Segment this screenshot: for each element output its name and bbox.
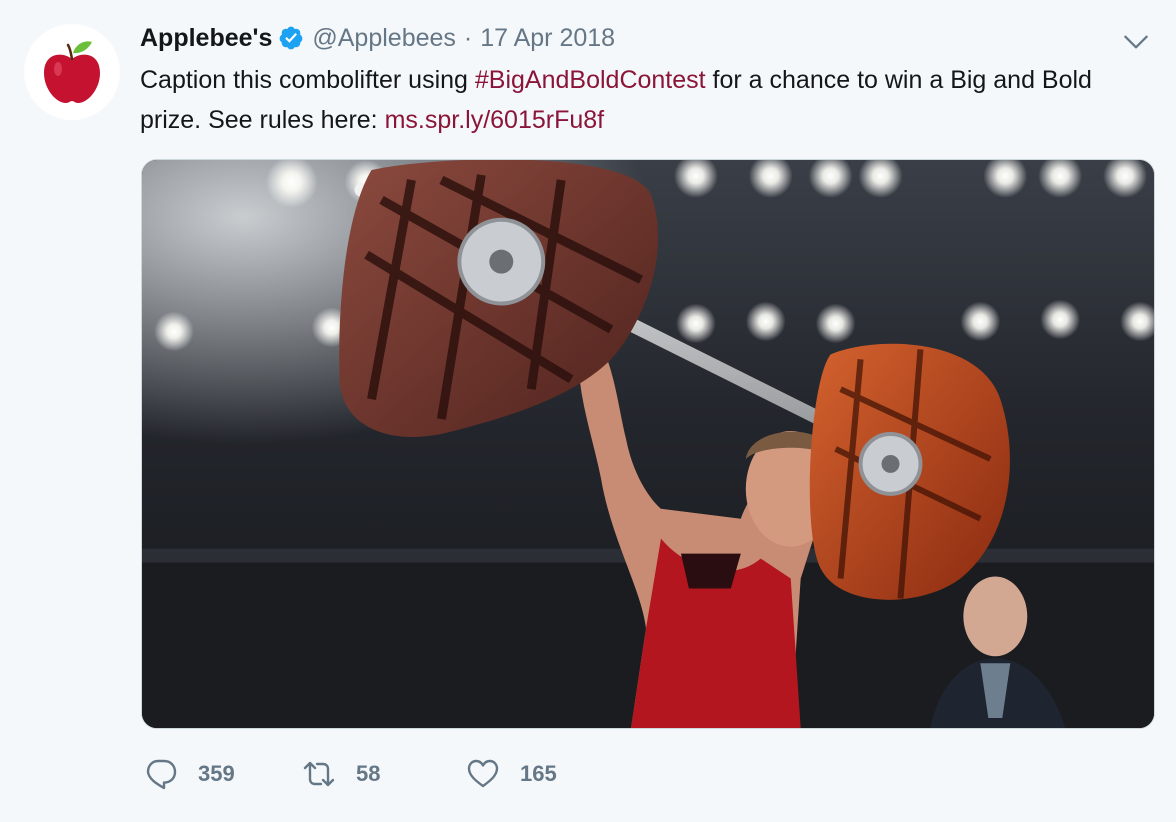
verified-badge-icon [278,25,304,51]
tweet: Applebee's @Applebees · 17 Apr 2018 Capt… [0,0,1176,822]
like-button[interactable]: 165 [466,757,557,791]
handle[interactable]: @Applebees [312,24,456,53]
tweet-actions: 359 58 165 [144,754,557,794]
apple-logo-icon [44,41,100,103]
display-name[interactable]: Applebee's [140,24,272,53]
avatar[interactable] [24,24,120,120]
tweet-header: Applebee's @Applebees · 17 Apr 2018 [140,20,615,56]
retweet-icon [302,757,336,791]
tweet-text-part: Caption this combolifter using [140,66,475,94]
heart-icon [466,757,500,791]
retweet-button[interactable]: 58 [302,757,466,791]
like-count: 165 [520,761,557,786]
separator-dot: · [463,23,473,52]
reply-button[interactable]: 359 [144,757,302,791]
chevron-down-icon[interactable] [1122,30,1150,54]
tweet-text: Caption this combolifter using #BigAndBo… [140,60,1140,140]
reply-count: 359 [198,761,235,786]
tweet-photo[interactable] [141,159,1155,729]
rules-link[interactable]: ms.spr.ly/6015rFu8f [385,106,605,134]
hashtag-link[interactable]: #BigAndBoldContest [475,66,706,94]
retweet-count: 58 [356,761,381,786]
tweet-date[interactable]: 17 Apr 2018 [480,24,615,53]
reply-icon [144,757,178,791]
